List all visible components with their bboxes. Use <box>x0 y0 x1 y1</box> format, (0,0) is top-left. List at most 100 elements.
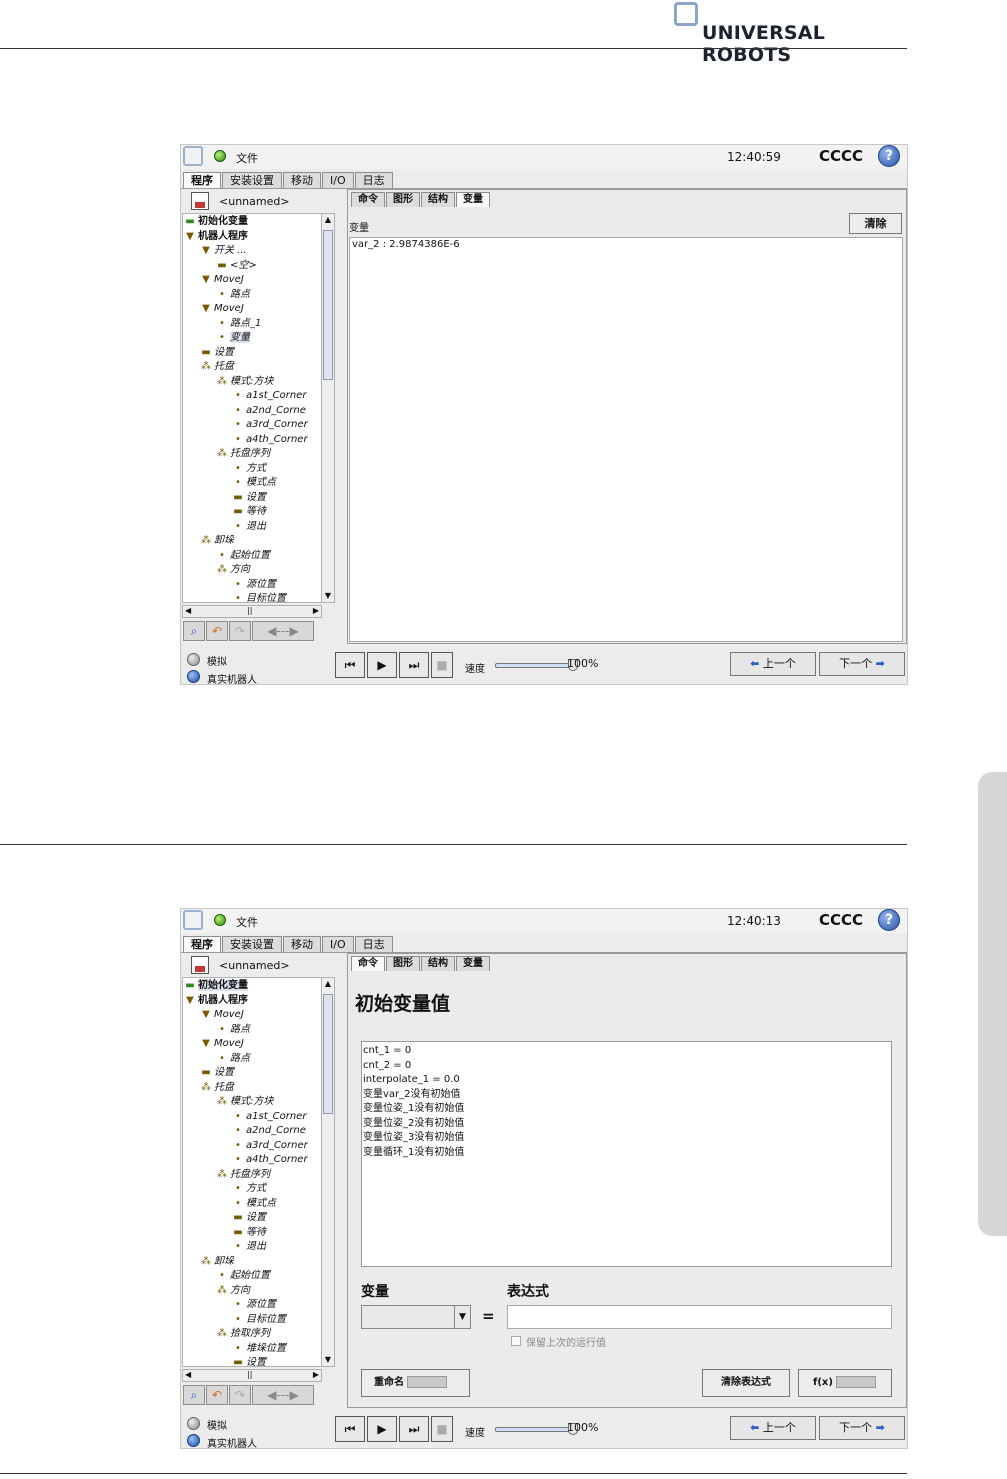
init-value-line[interactable]: 变量位姿_1没有初始值 <box>363 1102 890 1117</box>
real-robot-radio-icon[interactable] <box>187 1434 200 1447</box>
rewind-icon[interactable]: ⏮ <box>335 1416 365 1442</box>
tree-item[interactable]: ⁂ 模式:方块 <box>217 1095 273 1109</box>
move-left-right-icon[interactable]: ◀---▶ <box>252 1385 314 1405</box>
next-button[interactable]: 下一个 ➡ <box>819 652 905 676</box>
tab-command[interactable]: 命令 <box>351 192 385 207</box>
tab-io[interactable]: I/O <box>322 936 354 952</box>
tab-program[interactable]: 程序 <box>183 936 221 952</box>
tree-item[interactable]: ▼ MoveJ <box>201 1008 244 1022</box>
tree-item[interactable]: • 方式 <box>233 462 266 476</box>
tree-item[interactable]: • 路点 <box>217 288 250 302</box>
play-icon[interactable]: ▶ <box>367 1416 397 1442</box>
sim-radio-icon[interactable] <box>187 653 200 666</box>
tree-item[interactable]: • a3rd_Corner <box>233 418 308 432</box>
tree-item[interactable]: ▬ 设置 <box>201 1066 234 1080</box>
tree-item[interactable]: • a1st_Corner <box>233 1110 306 1124</box>
step-icon[interactable]: ⏭ <box>399 1416 429 1442</box>
tree-item[interactable]: • 堆垛位置 <box>233 1342 286 1356</box>
tab-graphics[interactable]: 图形 <box>386 192 420 207</box>
undo-icon[interactable]: ↶ <box>206 1385 228 1405</box>
tab-structure[interactable]: 结构 <box>421 192 455 207</box>
tree-item[interactable]: ▼ MoveJ <box>201 1037 244 1051</box>
tree-hscroll[interactable]: ◀ || ▶ <box>182 1369 322 1382</box>
prev-button[interactable]: ⬅ 上一个 <box>730 652 816 676</box>
tree-item[interactable]: • 起始位置 <box>217 549 270 563</box>
init-value-line[interactable]: 变量位姿_2没有初始值 <box>363 1117 890 1132</box>
tree-item[interactable]: ⁂ 方向 <box>217 563 250 577</box>
fx-button[interactable]: f(x) <box>798 1369 892 1397</box>
speed-slider[interactable] <box>495 659 578 671</box>
clear-button[interactable]: 清除 <box>849 213 902 234</box>
tree-item[interactable]: ⁂ 托盘序列 <box>217 447 270 461</box>
init-value-line[interactable]: 变量位姿_3没有初始值 <box>363 1131 890 1146</box>
redo-icon[interactable]: ↷ <box>229 621 251 641</box>
file-menu[interactable]: 文件 <box>236 914 258 930</box>
tree-item[interactable]: ▼ 开关 ... <box>201 244 247 258</box>
tab-log[interactable]: 日志 <box>354 936 393 952</box>
tree-item[interactable]: ⁂ 卸垛 <box>201 534 234 548</box>
tree-item[interactable]: ⁂ 方向 <box>217 1284 250 1298</box>
rewind-icon[interactable]: ⏮ <box>335 652 365 678</box>
tree-item[interactable]: ⁂ 托盘 <box>201 360 234 374</box>
tree-item[interactable]: ▼ 机器人程序 <box>185 230 248 244</box>
tab-io[interactable]: I/O <box>322 172 354 188</box>
init-value-line[interactable]: interpolate_1 = 0.0 <box>363 1073 890 1088</box>
tree-item[interactable]: • 路点_1 <box>217 317 261 331</box>
real-robot-radio-icon[interactable] <box>187 670 200 683</box>
tree-item[interactable]: ▬ 设置 <box>201 346 234 360</box>
tree-item[interactable]: ⁂ 托盘 <box>201 1081 234 1095</box>
save-program-icon[interactable] <box>191 956 209 974</box>
tree-item[interactable]: • 方式 <box>233 1182 266 1196</box>
tree-item[interactable]: ▼ MoveJ <box>201 273 244 287</box>
tab-installation[interactable]: 安装设置 <box>222 936 282 952</box>
tree-hscroll[interactable]: ◀ || ▶ <box>182 605 322 618</box>
tree-item[interactable]: ⁂ 卸垛 <box>201 1255 234 1269</box>
undo-icon[interactable]: ↶ <box>206 621 228 641</box>
step-icon[interactable]: ⏭ <box>399 652 429 678</box>
variable-dropdown[interactable]: ▼ <box>361 1305 471 1329</box>
tree-vscroll[interactable]: ▲ ▼ <box>321 213 335 603</box>
tab-variables[interactable]: 变量 <box>456 192 490 207</box>
tree-item[interactable]: • 模式点 <box>233 1197 276 1211</box>
tree-item[interactable]: ▬ 等待 <box>233 1226 266 1240</box>
tree-item[interactable]: ▬ 初始化变量 <box>185 979 248 993</box>
help-icon[interactable]: ? <box>878 145 900 167</box>
tree-item[interactable]: • 目标位置 <box>233 592 286 602</box>
tree-item[interactable]: • 模式点 <box>233 476 276 490</box>
tree-item[interactable]: ▬ 等待 <box>233 505 266 519</box>
stop-icon[interactable]: ■ <box>431 1416 453 1442</box>
tree-item[interactable]: ▬ <空> <box>217 259 257 273</box>
file-menu[interactable]: 文件 <box>236 150 258 166</box>
tree-item[interactable]: ▬ 设置 <box>233 491 266 505</box>
tree-item[interactable]: ▬ 设置 <box>233 1211 266 1225</box>
prev-button[interactable]: ⬅ 上一个 <box>730 1416 816 1440</box>
tree-item[interactable]: ▬ 设置 <box>233 1356 266 1366</box>
tree-item[interactable]: ▼ MoveJ <box>201 302 244 316</box>
tab-installation[interactable]: 安装设置 <box>222 172 282 188</box>
tree-item[interactable]: • 路点 <box>217 1023 250 1037</box>
tree-item[interactable]: • 退出 <box>233 1240 266 1254</box>
tree-item[interactable]: • 起始位置 <box>217 1269 270 1283</box>
tree-item[interactable]: • 源位置 <box>233 1298 276 1312</box>
tree-item[interactable]: • a2nd_Corne <box>233 1124 306 1138</box>
tree-item[interactable]: ▬ 初始化变量 <box>185 215 248 229</box>
sim-radio-icon[interactable] <box>187 1417 200 1430</box>
tree-item[interactable]: • 变量 <box>217 331 250 345</box>
tree-item[interactable]: ⁂ 托盘序列 <box>217 1168 270 1182</box>
redo-icon[interactable]: ↷ <box>229 1385 251 1405</box>
tree-item[interactable]: • a4th_Corner <box>233 1153 308 1167</box>
tree-item[interactable]: ⁂ 模式:方块 <box>217 375 273 389</box>
tab-log[interactable]: 日志 <box>354 172 393 188</box>
init-value-line[interactable]: cnt_2 = 0 <box>363 1059 890 1074</box>
tree-item[interactable]: ⁂ 拾取序列 <box>217 1327 270 1341</box>
move-left-right-icon[interactable]: ◀---▶ <box>252 621 314 641</box>
init-value-line[interactable]: 变量var_2没有初始值 <box>363 1088 890 1103</box>
tab-command[interactable]: 命令 <box>351 956 385 971</box>
keep-last-checkbox[interactable] <box>511 1336 521 1346</box>
tree-item[interactable]: • 退出 <box>233 520 266 534</box>
init-values-list[interactable]: cnt_1 = 0 cnt_2 = 0 interpolate_1 = 0.0 变量v… <box>361 1041 892 1267</box>
tree-item[interactable]: • a4th_Corner <box>233 433 308 447</box>
tree-item[interactable]: ▼ 机器人程序 <box>185 994 248 1008</box>
tree-item[interactable]: • 路点 <box>217 1052 250 1066</box>
rename-button[interactable]: 重命名 <box>361 1369 470 1397</box>
